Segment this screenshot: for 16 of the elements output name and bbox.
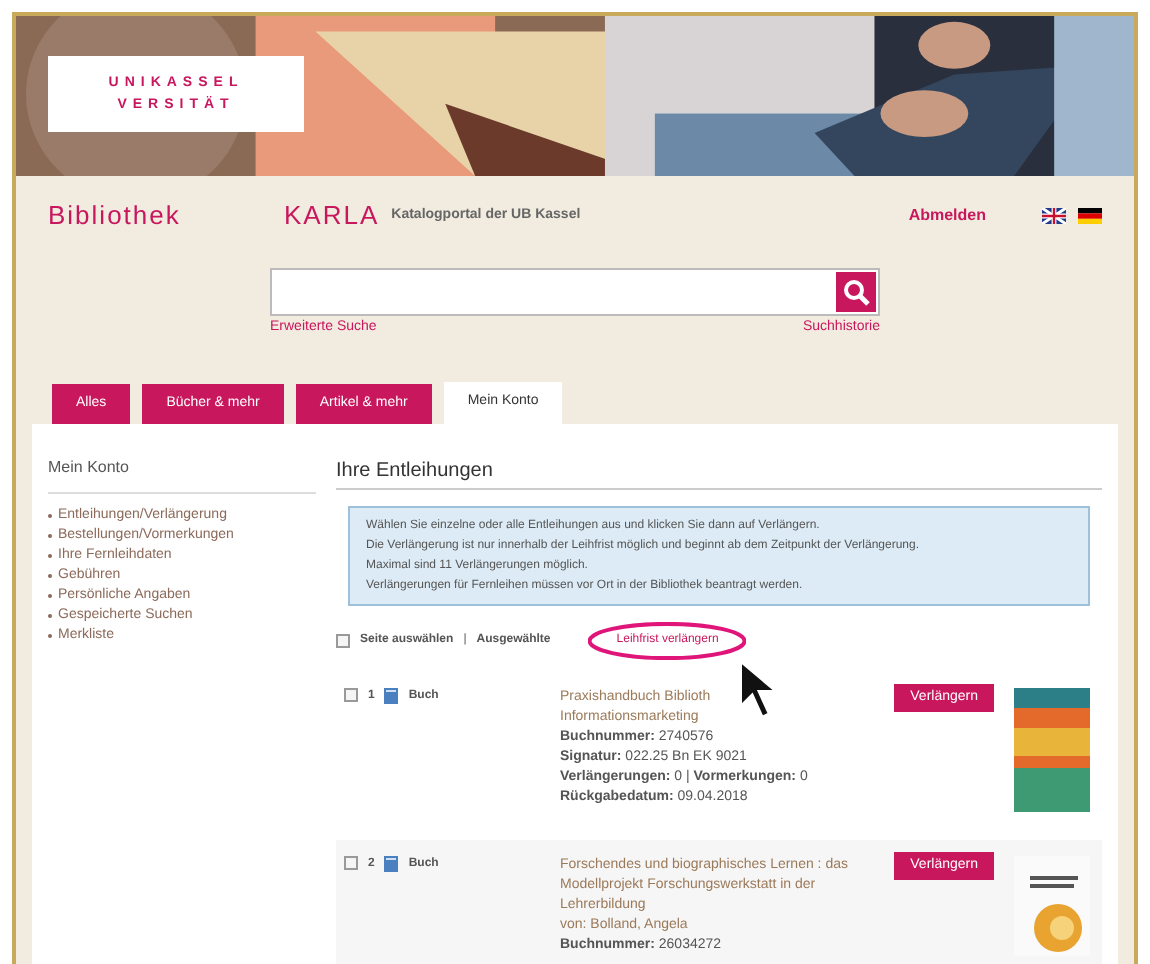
german-flag-icon[interactable] <box>1078 207 1102 224</box>
section-title: Ihre Entleihungen <box>336 456 1102 490</box>
search-field[interactable] <box>270 267 880 315</box>
book-icon <box>384 688 399 704</box>
uk-flag-icon[interactable] <box>1042 207 1066 224</box>
search-icon <box>842 277 870 305</box>
loan-checkbox[interactable] <box>344 856 358 870</box>
brand-name[interactable]: KARLA <box>284 196 380 235</box>
sidebar-title: Mein Konto <box>48 456 316 494</box>
loan-checkbox[interactable] <box>344 688 358 702</box>
search-button[interactable] <box>836 271 876 311</box>
book-icon <box>384 856 399 872</box>
book-cover-icon <box>1014 688 1090 812</box>
logout-link[interactable]: Abmelden <box>908 203 986 228</box>
site-title[interactable]: Bibliothek <box>48 196 284 235</box>
select-page-checkbox[interactable] <box>336 634 350 648</box>
